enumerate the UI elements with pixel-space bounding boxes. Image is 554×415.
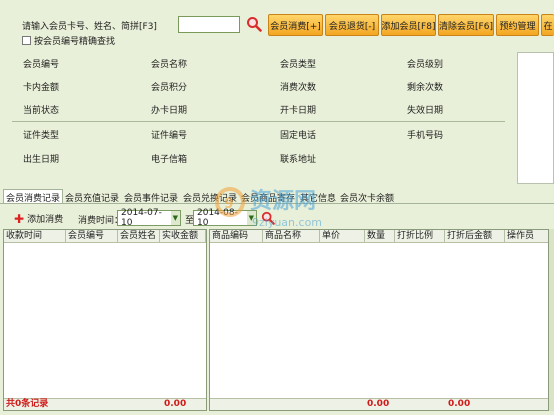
info-label: 剩余次数	[407, 83, 444, 93]
search-icon[interactable]	[261, 211, 275, 225]
column-header[interactable]: 商品名称	[263, 230, 320, 243]
info-label: 会员编号	[23, 60, 60, 70]
checkbox-box[interactable]	[22, 36, 31, 45]
info-label: 出生日期	[23, 155, 60, 165]
column-header[interactable]: 实收金额	[160, 230, 206, 243]
plus-icon: ✚	[14, 211, 25, 226]
total-amount: 0.00	[164, 399, 187, 409]
info-label: 失效日期	[407, 106, 444, 116]
column-header[interactable]: 会员编号	[66, 230, 118, 243]
info-label: 卡内金额	[23, 83, 60, 93]
grid-header: 商品编码 商品名称 单价 数量 打折比例 打折后金额 操作员	[210, 230, 548, 243]
tab-card-balance[interactable]: 会员次卡余额	[337, 189, 397, 204]
end-date-value: 2014-08-10	[197, 208, 238, 228]
exact-search-checkbox[interactable]: 按会员编号精确查找	[22, 34, 115, 47]
member-consume-button[interactable]: 会员消费[+]	[268, 14, 323, 36]
info-label: 会员类型	[280, 60, 317, 70]
info-label: 会员级别	[407, 60, 444, 70]
add-member-button[interactable]: 添加会员[F8]	[381, 14, 436, 36]
add-consume-button[interactable]: ✚ 添加消费	[14, 211, 64, 226]
column-header[interactable]: 打折后金额	[445, 230, 505, 243]
total-discounted-amount: 0.00	[448, 399, 471, 409]
exact-search-label: 按会员编号精确查找	[34, 37, 116, 47]
column-header[interactable]: 商品编码	[210, 230, 263, 243]
total-quantity: 0.00	[367, 399, 390, 409]
search-input[interactable]	[178, 16, 240, 33]
column-header[interactable]: 数量	[365, 230, 395, 243]
tab-consume-records[interactable]: 会员消费记录	[3, 189, 64, 204]
start-date-picker[interactable]: 2014-07-10 ▼	[117, 208, 181, 228]
add-consume-label: 添加消费	[27, 215, 64, 225]
chevron-down-icon[interactable]: ▼	[170, 211, 180, 225]
search-icon[interactable]	[246, 16, 262, 32]
tab-event-records[interactable]: 会员事件记录	[121, 189, 181, 204]
info-label: 联系地址	[280, 155, 317, 165]
chevron-down-icon[interactable]: ▼	[246, 211, 256, 225]
start-date-value: 2014-07-10	[121, 208, 162, 228]
tab-goods-deposit[interactable]: 会员商品寄存	[238, 189, 298, 204]
info-label: 开卡日期	[280, 106, 317, 116]
column-header[interactable]: 操作员	[505, 230, 550, 243]
grid-footer: 0.00 0.00	[210, 398, 548, 410]
info-label: 消费次数	[280, 83, 317, 93]
end-date-picker[interactable]: 2014-08-10 ▼	[193, 208, 257, 228]
tab-recharge-records[interactable]: 会员充值记录	[62, 189, 122, 204]
info-label: 会员名称	[151, 60, 188, 70]
info-label: 证件编号	[151, 131, 188, 141]
member-photo	[517, 52, 554, 184]
consume-records-grid[interactable]: 收款时间 会员编号 会员姓名 实收金额 共0条记录 0.00	[3, 229, 207, 411]
consume-detail-grid[interactable]: 商品编码 商品名称 单价 数量 打折比例 打折后金额 操作员 0.00 0.00	[209, 229, 549, 411]
more-button[interactable]: 在	[541, 14, 554, 36]
column-header[interactable]: 打折比例	[395, 230, 445, 243]
clear-member-button[interactable]: 清除会员[F6]	[438, 14, 494, 36]
grid-footer: 共0条记录 0.00	[4, 398, 206, 410]
appointment-button[interactable]: 预约管理	[496, 14, 539, 36]
info-label: 固定电话	[280, 131, 317, 141]
record-count: 共0条记录	[6, 399, 49, 409]
scrollbar-track[interactable]	[549, 229, 554, 411]
tab-other-info[interactable]: 其它信息	[297, 189, 339, 204]
info-label: 证件类型	[23, 131, 60, 141]
info-label: 手机号码	[407, 131, 444, 141]
column-header[interactable]: 单价	[320, 230, 365, 243]
info-label: 当前状态	[23, 106, 60, 116]
info-divider	[12, 121, 505, 122]
grid-header: 收款时间 会员编号 会员姓名 实收金额	[4, 230, 206, 243]
info-label: 办卡日期	[151, 106, 188, 116]
search-label: 请输入会员卡号、姓名、简拼[F3]	[22, 22, 157, 32]
member-return-button[interactable]: 会员退货[-]	[325, 14, 379, 36]
info-label: 电子信箱	[151, 155, 188, 165]
column-header[interactable]: 会员姓名	[118, 230, 160, 243]
info-label: 会员积分	[151, 83, 188, 93]
column-header[interactable]: 收款时间	[4, 230, 66, 243]
tab-exchange-records[interactable]: 会员兑换记录	[180, 189, 240, 204]
